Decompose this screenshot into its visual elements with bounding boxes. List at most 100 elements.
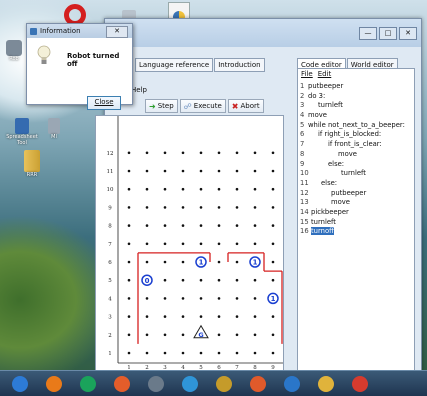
editor-menubar: File Edit xyxy=(298,69,414,80)
firefox-taskbar-button[interactable] xyxy=(40,373,68,395)
app-small-icon xyxy=(30,27,37,35)
code-line[interactable]: 2 do 3: xyxy=(300,92,414,102)
dialog-message: Robot turned off xyxy=(67,52,120,68)
dialog-close-button[interactable]: Close xyxy=(87,96,121,110)
grid-corner-dot xyxy=(163,224,167,227)
editor-taskbar-button[interactable] xyxy=(278,373,306,395)
code-text: move xyxy=(331,198,350,207)
code-line[interactable]: 7 if front_is_clear: xyxy=(300,140,414,150)
desktop-icon-spreadsheet[interactable]: Spreadsheet Tool xyxy=(6,118,38,146)
grid-corner-dot xyxy=(235,242,239,246)
grid-corner-dot xyxy=(199,315,203,318)
line-number: 1 xyxy=(300,82,305,90)
code-line[interactable]: 14 pickbeeper xyxy=(300,208,414,218)
grid-corner-dot xyxy=(163,351,167,355)
desktop-icon-label: RRR xyxy=(26,172,38,178)
grid-corner-dot xyxy=(271,206,275,209)
paint-icon xyxy=(216,375,232,392)
grid-corner-dot xyxy=(199,242,203,246)
grid-corner-dot xyxy=(217,351,221,355)
code-line[interactable]: 10 turnleft xyxy=(300,169,414,179)
grid-corner-dot xyxy=(253,278,257,282)
close-window-button[interactable]: ✕ xyxy=(399,27,417,40)
grid-corner-dot xyxy=(181,151,185,155)
grid-corner-dot xyxy=(217,151,221,155)
code-text: do 3: xyxy=(308,91,326,100)
line-number: 2 xyxy=(300,91,305,100)
line-number: 10 xyxy=(300,169,309,178)
desktop-icon-folder[interactable]: RRR xyxy=(18,150,46,178)
grid-corner-dot xyxy=(253,206,257,209)
code-text: else: xyxy=(328,159,345,168)
desktop-icon-ml[interactable]: Ml xyxy=(44,118,64,140)
grid-corner-dot xyxy=(145,315,149,318)
menu-file[interactable]: File xyxy=(301,69,313,80)
grid-corner-dot xyxy=(127,297,131,300)
abort-button[interactable]: ✖ Abort xyxy=(227,99,264,113)
code-line[interactable]: 3 turnleft xyxy=(300,101,414,111)
window-controls: — □ ✕ xyxy=(359,27,417,40)
chrome-icon xyxy=(352,375,368,392)
grid-corner-dot xyxy=(127,206,131,209)
line-number: 11 xyxy=(300,178,309,187)
camera-taskbar-button[interactable] xyxy=(142,373,170,395)
browser-icon xyxy=(250,375,266,392)
code-line[interactable]: 9 else: xyxy=(300,160,414,170)
step-button[interactable]: ➜ Step xyxy=(145,99,178,113)
line-number: 12 xyxy=(300,188,309,197)
desktop-icon-rob[interactable]: Rob xyxy=(2,40,26,62)
tab-introduction[interactable]: Introduction xyxy=(214,58,265,72)
code-line[interactable]: 15 turnleft xyxy=(300,218,414,228)
line-number: 4 xyxy=(300,111,305,120)
app-taskbar-button[interactable] xyxy=(108,373,136,395)
grid-corner-dot xyxy=(253,351,257,355)
code-text-area[interactable]: 1 putbeeper 2 do 3: 3 turnleft 4 move 5 while not… xyxy=(298,80,414,237)
grid-corner-dot xyxy=(127,260,131,264)
folder-icon xyxy=(24,150,40,172)
paint-taskbar-button[interactable] xyxy=(210,373,238,395)
grid-corner-dot xyxy=(181,224,185,227)
code-line[interactable]: 1 putbeeper xyxy=(300,82,414,92)
app-icon xyxy=(114,375,130,392)
code-line[interactable]: 16 turnoff xyxy=(300,227,414,237)
abort-label: Abort xyxy=(240,102,260,110)
chrome-taskbar-button[interactable] xyxy=(346,373,374,395)
code-line[interactable]: 11 else: xyxy=(300,179,414,189)
execute-icon: ☍ xyxy=(183,101,192,111)
minimize-button[interactable]: — xyxy=(359,27,377,40)
grid-corner-dot xyxy=(271,333,275,337)
tab-language-reference[interactable]: Language reference xyxy=(135,58,214,72)
browser-taskbar-button[interactable] xyxy=(244,373,272,395)
code-line[interactable]: 8 move xyxy=(300,150,414,160)
folder-taskbar-button[interactable] xyxy=(312,373,340,395)
grid-corner-dot xyxy=(199,206,203,209)
grid-corner-dot xyxy=(271,169,275,173)
line-number: 14 xyxy=(300,207,309,216)
grid-corner-dot xyxy=(253,187,257,191)
y-axis-label: 3 xyxy=(108,315,112,321)
grid-corner-dot xyxy=(145,224,149,227)
code-line[interactable]: 5 while not_next_to_a_beeper: xyxy=(300,121,414,131)
grid-corner-dot xyxy=(163,151,167,155)
line-number: 6 xyxy=(300,130,305,139)
grid-corner-dot xyxy=(163,206,167,209)
grid-corner-dot xyxy=(271,151,275,155)
hao123-taskbar-button[interactable] xyxy=(74,373,102,395)
grid-corner-dot xyxy=(271,278,275,282)
grid-corner-dot xyxy=(181,260,185,264)
start-orb-taskbar-button[interactable] xyxy=(6,373,34,395)
code-line[interactable]: 4 move xyxy=(300,111,414,121)
maximize-button[interactable]: □ xyxy=(379,27,397,40)
grid-corner-dot xyxy=(127,187,131,191)
execute-button[interactable]: ☍ Execute xyxy=(179,99,226,113)
menu-help[interactable]: Help xyxy=(131,86,147,94)
grid-corner-dot xyxy=(217,169,221,173)
line-number: 7 xyxy=(300,140,305,149)
dialog-close-x-button[interactable]: ✕ xyxy=(106,26,128,38)
ie-taskbar-button[interactable] xyxy=(176,373,204,395)
menu-edit[interactable]: Edit xyxy=(318,69,332,80)
code-line[interactable]: 12 putbeeper xyxy=(300,189,414,199)
code-line[interactable]: 13 move xyxy=(300,198,414,208)
code-line[interactable]: 6 if right_is_blocked: xyxy=(300,130,414,140)
grid-corner-dot xyxy=(217,224,221,227)
